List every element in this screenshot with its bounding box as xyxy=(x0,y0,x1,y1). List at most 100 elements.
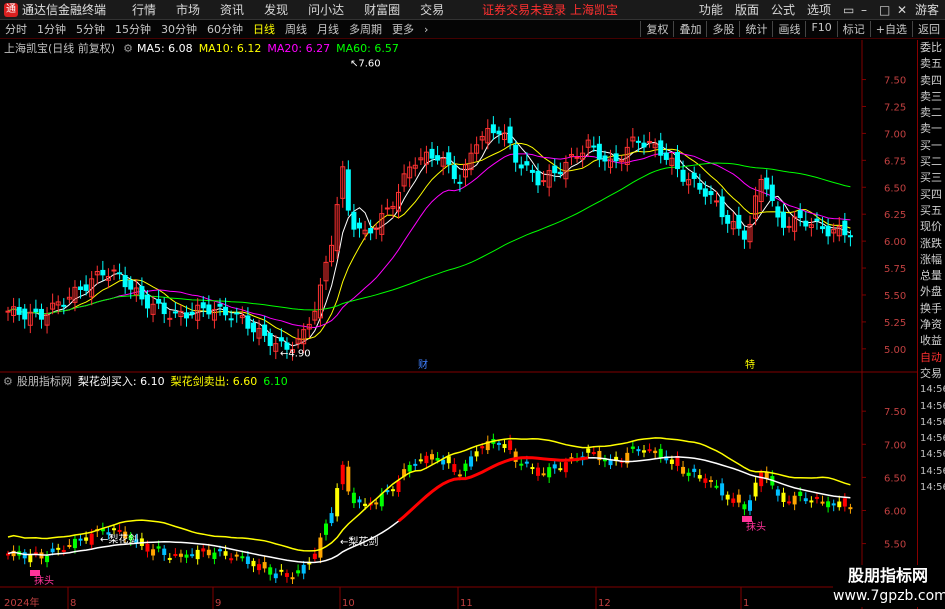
maximize-icon[interactable]: □ xyxy=(873,3,891,17)
indicator-bar xyxy=(229,558,234,561)
tool-tongji[interactable]: 统计 xyxy=(739,21,772,37)
gear-icon[interactable]: ⚙ xyxy=(123,42,133,55)
quote-field-label: 卖一 xyxy=(920,122,942,136)
indicator-bar xyxy=(842,498,847,507)
tool-f10[interactable]: F10 xyxy=(805,21,836,37)
menu-caifuquan[interactable]: 财富圈 xyxy=(354,1,410,18)
xaxis-month-label: 8 xyxy=(70,598,76,609)
indicator-bar xyxy=(463,463,468,472)
indicator-bar xyxy=(190,554,195,557)
period-fenshi[interactable]: 分时 xyxy=(0,21,32,37)
menu-banmian[interactable]: 版面 xyxy=(729,1,765,18)
menu-gongshi[interactable]: 公式 xyxy=(765,1,801,18)
indicator-bar xyxy=(324,523,328,535)
candle-body xyxy=(591,145,597,148)
menu-gongneng[interactable]: 功能 xyxy=(693,1,729,18)
candle-body xyxy=(33,308,39,313)
candle-body xyxy=(22,308,28,320)
indicator-bar xyxy=(206,549,211,556)
indicator-bar xyxy=(363,503,368,506)
candle-body xyxy=(167,317,173,320)
xaxis-year: 2024年 xyxy=(4,596,39,609)
signal-label: 抹头 xyxy=(34,574,54,587)
indicator-bar xyxy=(279,569,284,572)
tool-biaoji[interactable]: 标记 xyxy=(836,21,870,37)
main-ytick-label: 5.00 xyxy=(884,345,906,356)
menu-shichang[interactable]: 市场 xyxy=(166,1,210,18)
period-1min[interactable]: 1分钟 xyxy=(32,21,71,37)
login-notice[interactable]: 证券交易未登录 上海凯宝 xyxy=(482,1,618,18)
menu-zixun[interactable]: 资讯 xyxy=(210,1,254,18)
guest-label[interactable]: 游客 xyxy=(909,1,945,18)
main-ytick-label: 6.25 xyxy=(884,210,906,221)
menu-faxian[interactable]: 发现 xyxy=(254,1,298,18)
candle-body xyxy=(451,165,457,180)
indicator-bar xyxy=(162,548,167,556)
candle-body xyxy=(156,298,162,304)
period-60min[interactable]: 60分钟 xyxy=(202,21,248,37)
candle-body xyxy=(736,214,742,229)
period-5min[interactable]: 5分钟 xyxy=(71,21,110,37)
tool-duogu[interactable]: 多股 xyxy=(706,21,739,37)
menu-wenxiaoda[interactable]: 问小达 xyxy=(298,1,354,18)
candle-body xyxy=(557,171,563,175)
candle-body xyxy=(234,312,240,315)
indicator-bar xyxy=(502,444,507,449)
candle-body xyxy=(262,324,268,336)
xaxis-month-label: 11 xyxy=(460,598,473,609)
candle-body xyxy=(574,156,580,159)
signal-label: 抹头 xyxy=(746,520,766,533)
indicator-bar xyxy=(151,549,156,556)
tool-add-favorite[interactable]: +自选 xyxy=(869,21,912,37)
candle-body xyxy=(820,226,826,230)
period-30min[interactable]: 30分钟 xyxy=(156,21,202,37)
period-monthly[interactable]: 月线 xyxy=(312,21,344,37)
candle-body xyxy=(524,161,530,166)
chevron-right-icon[interactable]: › xyxy=(419,23,433,36)
xaxis-month-label: 12 xyxy=(598,598,611,609)
candle-body xyxy=(552,165,558,174)
candle-body xyxy=(647,140,653,143)
indicator-bar xyxy=(89,533,94,545)
period-more[interactable]: 更多 xyxy=(387,21,419,37)
indicator-bar xyxy=(781,492,786,502)
main-ytick-label: 5.75 xyxy=(884,264,906,275)
restore-icon[interactable]: ▭ xyxy=(837,3,855,17)
trade-label[interactable]: 交易 xyxy=(918,366,945,382)
close-icon[interactable]: ✕ xyxy=(891,3,909,17)
quote-field-label: 买二 xyxy=(920,155,942,169)
menu-hangqing[interactable]: 行情 xyxy=(122,1,166,18)
indicator-name[interactable]: 股朋指标网 xyxy=(17,373,72,389)
candle-body xyxy=(490,124,496,134)
auto-label[interactable]: 自动 xyxy=(918,350,945,366)
indicator-bar xyxy=(636,449,641,452)
tool-fuquan[interactable]: 复权 xyxy=(640,21,673,37)
tool-huaxian[interactable]: 画线 xyxy=(772,21,805,37)
indicator-bar xyxy=(424,455,429,464)
quote-field-label: 买一 xyxy=(920,138,942,152)
ind-ytick-label: 6.00 xyxy=(884,506,906,517)
candle-body xyxy=(245,315,251,329)
period-weekly[interactable]: 周线 xyxy=(280,21,312,37)
tick-time: 14:56 xyxy=(920,465,945,477)
main-ytick-label: 5.50 xyxy=(884,291,906,302)
stock-label[interactable]: 上海凯宝(日线 前复权) xyxy=(4,40,115,56)
minimize-icon[interactable]: – xyxy=(855,3,873,17)
indicator-bar xyxy=(452,464,457,473)
indicator-bar xyxy=(798,491,803,496)
indicator-bar xyxy=(692,468,697,472)
menu-xuanxiang[interactable]: 选项 xyxy=(801,1,837,18)
menu-jiaoyi[interactable]: 交易 xyxy=(410,1,454,18)
kline-chart-area[interactable]: 7.50 7.25 7.00 6.75 6.50 6.25 6.00 5.75 5.50 5.25… xyxy=(0,40,917,609)
candle-body xyxy=(128,280,134,290)
period-multi[interactable]: 多周期 xyxy=(344,21,387,37)
tool-back[interactable]: 返回 xyxy=(912,21,945,37)
indicator-bar xyxy=(647,449,652,452)
candle-body xyxy=(384,207,390,210)
gear-icon[interactable]: ⚙ xyxy=(3,375,13,388)
candle-body xyxy=(206,304,212,315)
period-daily[interactable]: 日线 xyxy=(248,21,280,37)
tool-diejia[interactable]: 叠加 xyxy=(673,21,706,37)
period-15min[interactable]: 15分钟 xyxy=(110,21,156,37)
ma20-line xyxy=(7,151,851,329)
